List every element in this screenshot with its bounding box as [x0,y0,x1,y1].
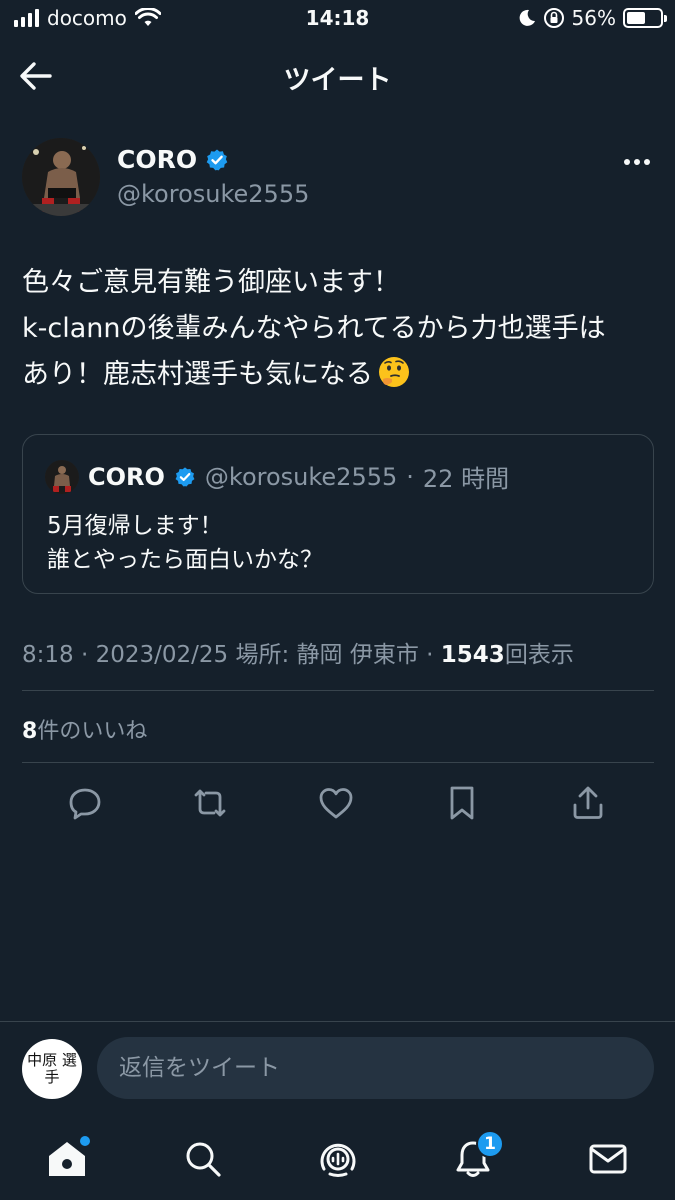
verified-badge-icon [175,466,195,487]
author-name[interactable]: CORO [117,145,229,174]
tab-search[interactable] [178,1134,228,1184]
author-name-text: CORO [117,145,198,174]
heart-icon [319,788,353,819]
quoted-tweet[interactable]: CORO @korosuke2555 · 22 時間 5月復帰します！ 誰とやったら… [22,434,654,594]
status-right: 56% [518,6,667,30]
tab-home[interactable] [42,1134,92,1184]
tweet-detail-screen: docomo 14:18 56% ツイート CORO @korosuke2555… [0,0,675,1200]
divider [22,690,654,691]
tweet-line: 色々ご意見有難う御座います！ [22,267,400,298]
quoted-line: 5月復帰します！ [47,513,223,539]
likes-summary[interactable]: 8件のいいね [22,713,147,745]
share-icon [573,786,603,819]
battery-percent: 56% [571,6,616,30]
tweet-meta: 8:18 · 2023/02/25 場所: 静岡 伊東市 · 1543回表示 [22,635,574,669]
tweet-date: 2023/02/25 [95,642,229,668]
bookmark-icon [450,786,474,820]
reply-icon [69,788,101,820]
share-button[interactable] [563,778,613,828]
tweet-time: 8:18 [22,642,74,668]
retweet-button[interactable] [185,778,235,828]
battery-icon [623,8,667,28]
tweet-action-bar [0,778,675,828]
view-count: 1543 [440,642,505,668]
verified-badge-icon [206,149,228,170]
quoted-author-handle: @korosuke2555 [204,462,398,491]
spaces-icon [320,1143,356,1177]
bookmark-button[interactable] [437,778,487,828]
meta-separator: · [426,642,434,668]
tab-notifications[interactable]: 1 [448,1130,504,1184]
retweet-icon [194,789,226,817]
more-options-button[interactable] [621,150,653,174]
header: ツイート [0,44,675,108]
reply-button[interactable] [60,778,110,828]
bottom-tab-bar: 1 [0,1120,675,1200]
author-avatar[interactable] [22,138,100,216]
tweet-line: あり！鹿志村選手も気になる [22,359,373,390]
quoted-line: 誰とやったら面白いかな？ [47,547,323,573]
like-button[interactable] [311,778,361,828]
quoted-author-avatar [45,459,79,494]
location-label: 場所: [235,642,290,668]
tweet-line-last: あり！鹿志村選手も気になる [22,352,652,398]
quoted-avatar-photo [45,459,79,494]
tab-messages[interactable] [583,1134,633,1184]
status-bar: docomo 14:18 56% [0,0,675,38]
mail-icon [589,1144,627,1174]
notification-badge: 1 [476,1130,504,1158]
tweet-location[interactable]: 静岡 伊東市 [297,642,419,668]
views-label: 回表示 [504,642,574,668]
moon-icon [519,9,535,26]
author-handle[interactable]: @korosuke2555 [117,180,309,208]
reply-input[interactable]: 返信をツイート [97,1037,654,1099]
meta-separator: · [80,642,89,668]
user-avatar[interactable]: 中原 選手 [22,1039,82,1099]
tweet-line: k-clannの後輩みんなやられてるから力也選手は [22,313,606,344]
home-new-dot [80,1136,90,1146]
quoted-time-ago: 22 時間 [422,465,510,493]
reply-bar: 中原 選手 返信をツイート [0,1021,675,1111]
like-count: 8 [22,719,38,744]
tab-spaces[interactable] [313,1134,363,1184]
page-title: ツイート [283,65,392,96]
tweet-text: 色々ご意見有難う御座います！ k-clannの後輩みんなやられてるから力也選手は… [22,260,652,398]
quoted-tweet-header: CORO @korosuke2555 · 22 時間 [45,459,509,494]
thinking-face-icon [379,357,409,387]
search-icon [186,1142,221,1177]
orientation-lock-icon [543,8,564,28]
avatar-photo [22,138,100,216]
likes-label: 件のいいね [37,719,148,744]
divider [22,762,654,763]
quoted-tweet-text: 5月復帰します！ 誰とやったら面白いかな？ [47,509,323,577]
quoted-separator: · [406,462,414,491]
quoted-author-name: CORO [88,462,165,491]
